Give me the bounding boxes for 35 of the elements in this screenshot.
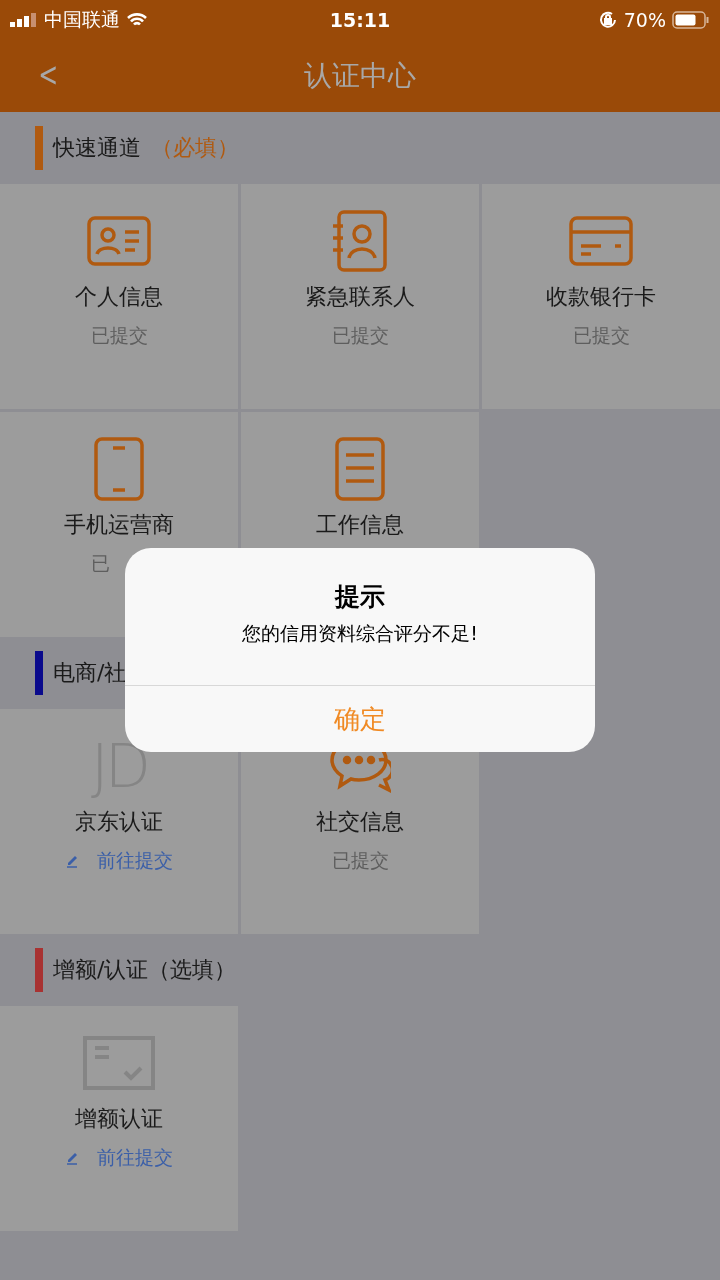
id-card-icon — [87, 216, 151, 266]
signal-icon — [10, 13, 38, 27]
auth-tile[interactable]: 增额认证 前往提交 — [0, 1006, 238, 1231]
auth-tile[interactable]: 收款银行卡 已提交 — [482, 184, 720, 409]
phone-icon — [94, 437, 144, 501]
tile-title: 手机运营商 — [64, 512, 174, 538]
battery-icon — [672, 11, 710, 29]
battery-percent: 70% — [623, 9, 666, 31]
bank-card-icon — [569, 216, 633, 266]
required-note: （必填） — [151, 134, 239, 162]
section-title: 增额/认证（选填） — [53, 956, 237, 984]
tile-title: 收款银行卡 — [546, 284, 656, 310]
wifi-icon — [126, 12, 148, 28]
contact-book-icon — [331, 210, 389, 272]
auth-tile[interactable]: 紧急联系人 已提交 — [241, 184, 479, 409]
dialog-title: 提示 — [335, 581, 385, 613]
tile-title: 增额认证 — [75, 1106, 163, 1132]
tile-title: 社交信息 — [316, 809, 404, 835]
tile-title: 个人信息 — [75, 284, 163, 310]
tile-title: 京东认证 — [75, 809, 163, 835]
tile-title: 紧急联系人 — [305, 284, 415, 310]
section-title: 电商/社 — [53, 659, 127, 687]
status-text: 已提交 — [90, 323, 148, 348]
page-title: 认证中心 — [304, 58, 416, 94]
section-title: 快速通道 — [53, 134, 141, 162]
status-text: 已 — [90, 551, 111, 576]
tile-title: 工作信息 — [316, 512, 404, 538]
carrier-name: 中国联通 — [44, 7, 120, 32]
rotation-lock-icon — [597, 10, 618, 30]
status-text: 已提交 — [331, 848, 389, 873]
document-icon — [335, 437, 385, 501]
auth-tile[interactable]: 个人信息 已提交 — [0, 184, 238, 409]
clock-time: 15:11 — [329, 9, 391, 31]
status-text: 已提交 — [572, 323, 630, 348]
status-text: 已提交 — [331, 323, 389, 348]
